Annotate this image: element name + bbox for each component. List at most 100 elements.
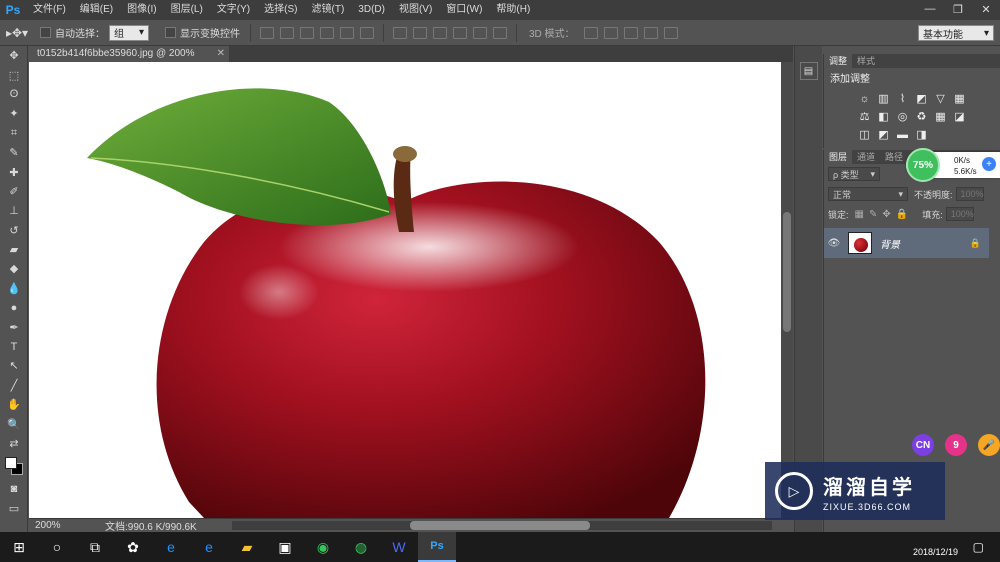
distribute-hcenter-icon[interactable] <box>473 26 487 39</box>
color-lookup-icon[interactable]: ▦ <box>933 109 949 124</box>
task-view-icon[interactable]: ⧉ <box>76 532 114 562</box>
wps-icon[interactable]: W <box>380 532 418 562</box>
healing-brush-tool-icon[interactable]: ✚ <box>0 162 28 181</box>
eyedropper-tool-icon[interactable]: ✎ <box>0 143 28 162</box>
align-right-icon[interactable] <box>360 26 374 39</box>
clone-stamp-tool-icon[interactable]: ⊥ <box>0 201 28 220</box>
vertical-scroll-thumb[interactable] <box>783 212 791 332</box>
cn-input-button[interactable]: CN <box>912 434 934 456</box>
windows-start-icon[interactable]: ⊞ <box>0 532 38 562</box>
align-top-icon[interactable] <box>260 26 274 39</box>
auto-select-checkbox[interactable] <box>40 27 51 38</box>
notification-icon[interactable]: ▢ <box>973 540 984 554</box>
zoom-level[interactable]: 200% <box>29 520 69 531</box>
line-tool-icon[interactable]: ╱ <box>0 376 28 395</box>
align-left-icon[interactable] <box>320 26 334 39</box>
path-select-tool-icon[interactable]: ↖ <box>0 356 28 375</box>
tab-adjustments[interactable]: 调整 <box>824 54 853 68</box>
vertical-scrollbar[interactable] <box>781 62 793 518</box>
tab-styles[interactable]: 样式 <box>852 54 880 68</box>
minimize-button[interactable]: — <box>916 0 944 18</box>
curves-icon[interactable]: ⌇ <box>895 91 911 106</box>
swap-colors-icon[interactable]: ⇄ <box>0 434 28 453</box>
layer-row-background[interactable]: 👁 背景 🔒 <box>824 228 989 258</box>
workspace-dropdown[interactable]: 基本功能 ▾ <box>918 25 994 41</box>
threshold-icon[interactable]: ◩ <box>876 127 892 142</box>
history-panel-icon[interactable]: ▤ <box>799 62 818 80</box>
color-swatches[interactable] <box>0 453 28 479</box>
blur-tool-icon[interactable]: 💧 <box>0 279 28 298</box>
eraser-tool-icon[interactable]: ▰ <box>0 240 28 259</box>
posterize-icon[interactable]: ◫ <box>857 127 873 142</box>
paint-bucket-tool-icon[interactable]: ◆ <box>0 259 28 278</box>
distribute-right-icon[interactable] <box>493 26 507 39</box>
quick-select-tool-icon[interactable]: ✦ <box>0 104 28 123</box>
menu-type[interactable]: 文字(Y) <box>210 0 257 20</box>
layer-filter-dropdown[interactable]: ρ 类型 ▾ <box>828 167 880 181</box>
wechat-icon[interactable]: ◍ <box>342 532 380 562</box>
gradient-map-icon[interactable]: ▬ <box>895 127 911 142</box>
horizontal-scroll-thumb[interactable] <box>410 521 590 530</box>
menu-view[interactable]: 视图(V) <box>392 0 439 20</box>
brush-tool-icon[interactable]: ✐ <box>0 182 28 201</box>
lock-all-icon[interactable]: 🔒 <box>896 209 908 220</box>
3d-rotate-icon[interactable] <box>583 26 598 39</box>
distribute-left-icon[interactable] <box>453 26 467 39</box>
tab-layers[interactable]: 图层 <box>824 150 853 164</box>
assistant-button[interactable]: 9 <box>945 434 967 456</box>
fill-field[interactable]: 100% <box>945 207 974 221</box>
store-icon[interactable]: ▣ <box>266 532 304 562</box>
align-vcenter-icon[interactable] <box>280 26 294 39</box>
black-white-icon[interactable]: ◧ <box>876 109 892 124</box>
lock-transparent-icon[interactable]: ▦ <box>855 209 864 220</box>
type-tool-icon[interactable]: T <box>0 337 28 356</box>
quick-mask-icon[interactable]: ◙ <box>0 479 28 498</box>
menu-file[interactable]: 文件(F) <box>26 0 73 20</box>
visibility-eye-icon[interactable]: 👁 <box>824 238 844 249</box>
photo-filter-icon[interactable]: ◎ <box>895 109 911 124</box>
distribute-vcenter-icon[interactable] <box>413 26 427 39</box>
3d-scale-icon[interactable] <box>663 26 678 39</box>
marquee-tool-icon[interactable]: ⬚ <box>0 65 28 84</box>
browser-360-icon[interactable]: ◉ <box>304 532 342 562</box>
menu-3d[interactable]: 3D(D) <box>351 0 392 20</box>
dodge-tool-icon[interactable]: ● <box>0 298 28 317</box>
tab-channels[interactable]: 通道 <box>852 150 880 164</box>
menu-layer[interactable]: 图层(L) <box>164 0 210 20</box>
close-button[interactable]: ✕ <box>972 0 1000 18</box>
3d-slide-icon[interactable] <box>643 26 658 39</box>
close-icon[interactable]: ✕ <box>217 46 225 62</box>
hand-tool-icon[interactable]: ✋ <box>0 395 28 414</box>
distribute-top-icon[interactable] <box>393 26 407 39</box>
network-percent[interactable]: 75% <box>906 148 940 182</box>
vibrance-icon[interactable]: ▽ <box>933 91 949 106</box>
exposure-icon[interactable]: ◩ <box>914 91 930 106</box>
show-transform-checkbox[interactable] <box>165 27 176 38</box>
move-tool-icon[interactable]: ✥ <box>0 46 28 65</box>
align-hcenter-icon[interactable] <box>340 26 354 39</box>
tab-paths[interactable]: 路径 <box>880 150 908 164</box>
lock-pixels-icon[interactable]: ✎ <box>869 209 877 220</box>
channel-mixer-icon[interactable]: ♻ <box>914 109 930 124</box>
ie-browser-icon[interactable]: e <box>152 532 190 562</box>
search-icon[interactable]: ○ <box>38 532 76 562</box>
edge-browser-icon[interactable]: e <box>190 532 228 562</box>
foreground-color-swatch[interactable] <box>5 457 17 470</box>
menu-help[interactable]: 帮助(H) <box>489 0 537 20</box>
opacity-field[interactable]: 100% <box>955 187 984 201</box>
photoshop-taskbar-icon[interactable]: Ps <box>418 532 456 562</box>
brightness-icon[interactable]: ☼ <box>857 91 873 106</box>
color-balance-icon[interactable]: ⚖ <box>857 109 873 124</box>
canvas[interactable] <box>29 62 781 518</box>
levels-icon[interactable]: ▥ <box>876 91 892 106</box>
crop-tool-icon[interactable]: ⌗ <box>0 124 28 143</box>
lock-position-icon[interactable]: ✥ <box>882 209 890 220</box>
history-brush-tool-icon[interactable]: ↺ <box>0 221 28 240</box>
hue-saturation-icon[interactable]: ▦ <box>952 91 968 106</box>
invert-icon[interactable]: ◪ <box>952 109 968 124</box>
blend-mode-dropdown[interactable]: 正常 ▾ <box>828 187 908 201</box>
distribute-bottom-icon[interactable] <box>433 26 447 39</box>
pen-tool-icon[interactable]: ✒ <box>0 317 28 336</box>
selective-color-icon[interactable]: ◨ <box>914 127 930 142</box>
file-explorer-icon[interactable]: ▰ <box>228 532 266 562</box>
